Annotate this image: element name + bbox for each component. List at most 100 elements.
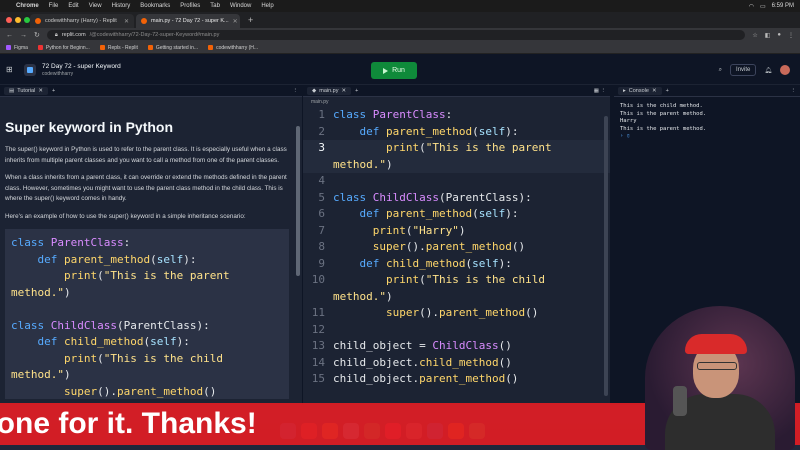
figma-icon [6,45,11,50]
code-line[interactable]: 7 print("Harry") [303,223,610,240]
replit-favicon-icon [141,18,147,24]
run-label: Run [392,67,405,74]
url-field[interactable]: 🔒︎ replit.com/@codewithharry/72-Day-72-s… [46,30,746,40]
zoom-window-icon[interactable] [24,17,30,23]
replit-icon [99,45,105,50]
tutorial-paragraph: When a class inherits from a parent clas… [5,174,287,202]
sidebar-toggle-icon[interactable]: ⊞ [6,65,13,74]
bookmark-repls[interactable]: Repls - Replit [99,45,138,51]
code-editor[interactable]: 1 class ParentClass: 2 def parent_method(… [303,107,610,388]
tab-main-py[interactable]: ◆ main.py ✕ [307,87,352,95]
url-host: replit.com [61,32,86,38]
close-icon[interactable]: ✕ [38,88,43,94]
avatar[interactable] [780,65,790,75]
forward-icon[interactable]: → [20,32,27,39]
bookmark-python[interactable]: Python for Beginn... [37,45,90,51]
menu-tab[interactable]: Tab [210,3,220,9]
repl-title: 72 Day 72 - super Keyword [42,62,121,70]
pane-menu-icon[interactable]: ⋮ [791,88,797,94]
menubar-clock[interactable]: 6:59 PM [772,3,794,9]
mac-menubar: Chrome File Edit View History Bookmarks … [0,0,800,12]
new-tab-button[interactable]: + [242,15,259,25]
code-line[interactable]: 4 [303,173,610,190]
breadcrumb-file: main.py [311,99,329,105]
add-tab-icon[interactable]: + [666,88,669,94]
tutorial-content: Super keyword in Python The super() keyw… [0,97,302,405]
code-line[interactable]: 6 def parent_method(self): [303,206,610,223]
console-tabbar: ▸ Console ✕ + ⋮ [614,86,800,97]
browser-tabbar: codewithharry (Harry) - Replit ✕ main.py… [0,12,800,28]
youtube-icon [37,45,43,50]
repl-owner: codewithharry [42,70,74,77]
add-tab-icon[interactable]: + [52,88,55,94]
code-line[interactable]: 13 child_object = ChildClass() [303,338,610,355]
tab-tutorial[interactable]: ▤ Tutorial ✕ [4,87,48,95]
menu-help[interactable]: Help [261,3,273,9]
bookmark-getting-started[interactable]: Getting started in... [147,45,198,51]
code-line[interactable]: 9 def child_method(self): [303,256,610,273]
menu-profiles[interactable]: Profiles [180,3,200,9]
menu-bookmarks[interactable]: Bookmarks [140,3,170,9]
code-line[interactable]: 2 def parent_method(self): [303,124,610,141]
browser-tab-profile[interactable]: codewithharry (Harry) - Replit ✕ [30,14,134,28]
code-line[interactable]: 14 child_object.child_method() [303,355,610,372]
close-icon[interactable]: ✕ [652,88,657,94]
code-line[interactable]: 1 class ParentClass: [303,107,610,124]
bookmark-codewithharry[interactable]: codewithharry (H... [208,45,258,51]
breadcrumb[interactable]: main.py [303,97,610,107]
presenter-webcam [645,306,795,450]
tutorial-tabbar: ▤ Tutorial ✕ + ⋮ [0,86,302,97]
repl-title-block[interactable]: 72 Day 72 - super Keyword codewithharry [42,63,121,77]
code-line[interactable]: 8 super().parent_method() [303,239,610,256]
add-tab-icon[interactable]: + [355,88,358,94]
console-output[interactable]: This is the child method. This is the pa… [614,97,800,147]
code-line-active[interactable]: 3 print("This is the parent [303,140,610,157]
invite-label: Invite [736,67,751,73]
replit-icon [208,45,214,50]
menu-file[interactable]: File [49,3,59,9]
tab-console[interactable]: ▸ Console ✕ [618,87,662,95]
reload-icon[interactable]: ↻ [34,31,40,39]
code-line[interactable]: 15 child_object.parent_method() [303,371,610,388]
back-icon[interactable]: ← [6,32,13,39]
pane-menu-icon[interactable]: ⋮ [293,88,299,94]
menu-view[interactable]: View [89,3,102,9]
console-line: This is the parent method. [620,125,707,132]
pane-layout-icon[interactable]: ▦ ⋮ [594,88,606,94]
lock-icon: 🔒︎ [54,31,58,38]
profile-icon[interactable]: ● [777,32,781,39]
code-line[interactable]: 10 print("This is the child [303,272,610,289]
run-button[interactable]: Run [371,62,417,79]
editor-scrollbar[interactable] [604,116,608,396]
battery-icon[interactable]: ▭ [760,3,766,10]
tutorial-heading: Super keyword in Python [5,119,174,135]
close-icon[interactable]: ✕ [342,88,347,94]
bookmark-figma[interactable]: Figma [6,45,28,51]
wifi-icon[interactable]: ◠ [749,3,754,10]
bookmark-label: Figma [14,44,28,51]
bell-icon[interactable]: 🔔︎ [764,67,772,74]
extensions-icon[interactable]: ◧ [765,32,771,39]
code-line-wrap[interactable]: method.") [303,289,610,306]
minimize-window-icon[interactable] [15,17,21,23]
editor-pane: ◆ main.py ✕ + ▦ ⋮ main.py 1 class ParentCla… [303,86,610,406]
search-icon[interactable]: ⌕ [719,67,722,74]
code-line[interactable]: 12 [303,322,610,339]
code-line-wrap[interactable]: method.") [303,156,610,173]
more-icon[interactable]: ⋮ [788,32,794,39]
invite-button[interactable]: Invite [730,64,757,76]
code-line[interactable]: 11 super().parent_method() [303,305,610,322]
menu-edit[interactable]: Edit [68,3,78,9]
menubar-app-name[interactable]: Chrome [16,3,39,9]
star-icon[interactable]: ☆ [752,32,757,39]
browser-tab-mainpy[interactable]: main.py - 72 Day 72 - super K... ✕ [136,14,240,28]
close-window-icon[interactable] [6,17,12,23]
close-tab-icon[interactable]: ✕ [233,18,238,25]
tutorial-scrollbar[interactable] [296,126,300,276]
console-prompt[interactable]: › ▯ [620,133,794,141]
menu-window[interactable]: Window [230,3,251,9]
menu-history[interactable]: History [112,3,131,9]
code-line[interactable]: 5 class ChildClass(ParentClass): [303,190,610,207]
close-tab-icon[interactable]: ✕ [124,18,129,25]
repl-language-icon [24,63,36,76]
